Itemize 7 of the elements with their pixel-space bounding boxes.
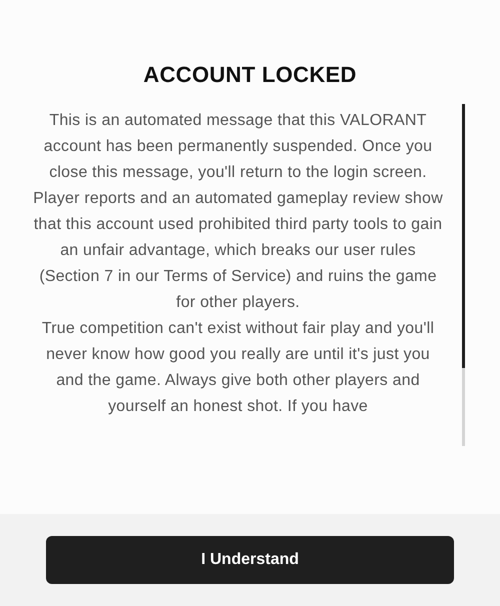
scrollbar-track[interactable] — [462, 104, 465, 446]
understand-button[interactable]: I Understand — [46, 536, 454, 584]
message-paragraph: This is an automated message that this VALORANT account has been permanently suspended. Once you close this message, you'll return to the login screen. — [42, 111, 434, 183]
dialog-title: ACCOUNT LOCKED — [143, 62, 357, 88]
message-paragraph: Player reports and an automated gameplay review show that this account used prohibited third party tools to gain an unfair advantage, which breaks our user rules (Section 7 in our Terms of Service) and ruins the game for other players. — [32, 189, 444, 313]
scrollbar-thumb[interactable] — [462, 104, 465, 368]
message-paragraph: True competition can't exist without fair play and you'll never know how good you really are until it's just you and the game. Always give both other players and yourself an honest shot. If you have — [40, 319, 436, 417]
